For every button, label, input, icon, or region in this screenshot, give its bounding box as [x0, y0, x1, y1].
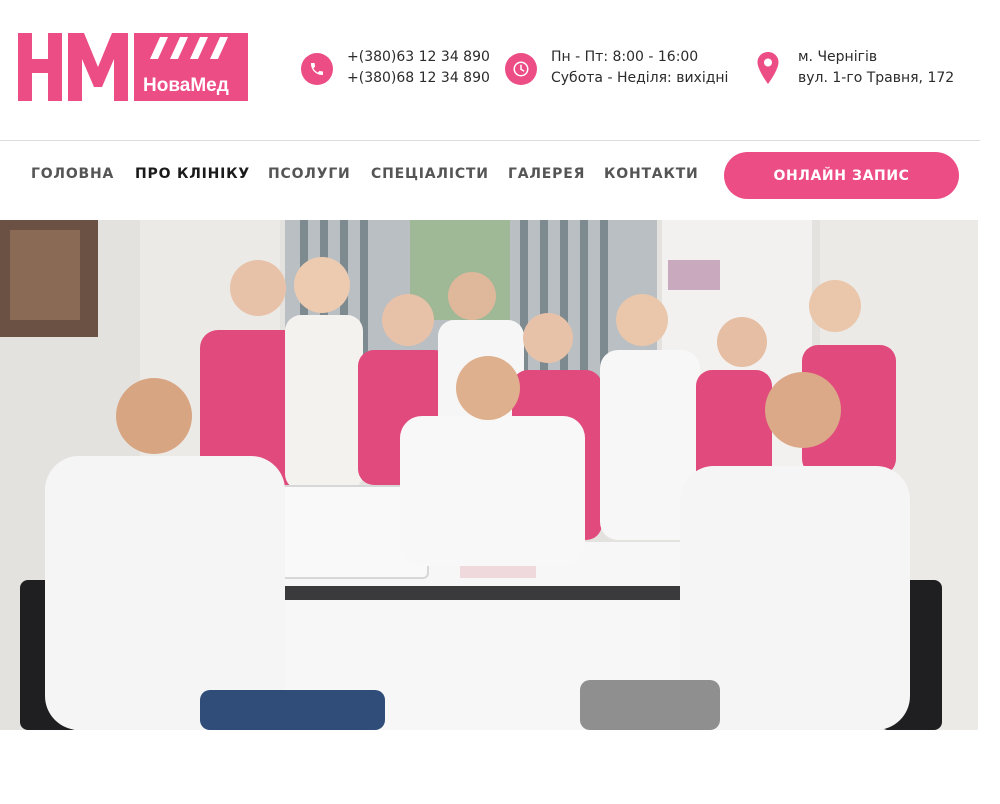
- hours-weekdays: Пн - Пт: 8:00 - 16:00: [551, 49, 699, 65]
- online-booking-button[interactable]: ОНЛАЙН ЗАПИС: [724, 152, 959, 199]
- nav-item-specialists[interactable]: СПЕЦІАЛІСТИ: [371, 166, 489, 182]
- phone-number-2[interactable]: +(380)68 12 34 890: [347, 68, 490, 89]
- nav-item-about[interactable]: ПРО КЛІНІКУ: [135, 166, 250, 182]
- clock-icon: [505, 53, 537, 85]
- nav-item-gallery[interactable]: ГАЛЕРЕЯ: [508, 166, 585, 182]
- address-block: м. Чернігів вул. 1-го Травня, 172: [756, 47, 954, 89]
- phone-icon: [301, 53, 333, 85]
- nav-item-home[interactable]: ГОЛОВНА: [31, 166, 114, 182]
- nav-item-contacts[interactable]: КОНТАКТИ: [604, 166, 699, 182]
- team-photo-illustration: [0, 220, 978, 730]
- main-nav: ГОЛОВНА ПРО КЛІНІКУ ПСОЛУГИ СПЕЦІАЛІСТИ …: [0, 152, 980, 200]
- novamed-logo[interactable]: НоваМед: [18, 33, 250, 103]
- site-header: НоваМед +(380)63 12 34 890 +(380)68 12 3…: [0, 0, 980, 141]
- hours-block: Пн - Пт: 8:00 - 16:00 Субота - Неділя: в…: [505, 47, 728, 89]
- phone-block: +(380)63 12 34 890 +(380)68 12 34 890: [301, 47, 490, 89]
- hero-team-photo: [0, 220, 978, 730]
- address-street: вул. 1-го Травня, 172: [798, 70, 955, 86]
- hours-weekend: Субота - Неділя: вихідні: [551, 70, 729, 86]
- address-city: м. Чернігів: [798, 49, 878, 65]
- brand-name: НоваМед: [143, 75, 229, 96]
- phone-number-1[interactable]: +(380)63 12 34 890: [347, 47, 490, 68]
- nav-item-services[interactable]: ПСОЛУГИ: [268, 166, 351, 182]
- map-pin-icon: [757, 52, 779, 84]
